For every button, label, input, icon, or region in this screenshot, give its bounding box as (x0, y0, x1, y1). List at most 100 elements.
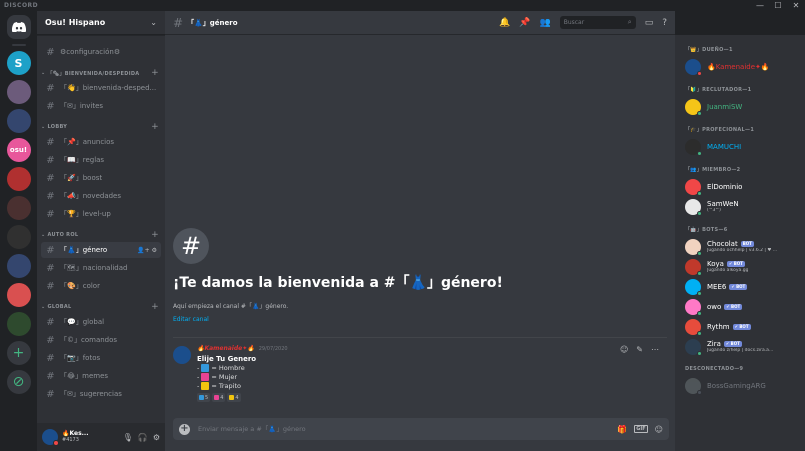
channel-item[interactable]: # 「📣」novedades (41, 188, 161, 204)
member-item[interactable]: Zira ✔ BOT Jugando z/help | docs.zira.a... (675, 337, 805, 357)
member-info: JuanmiSW (707, 103, 742, 111)
avatar[interactable] (173, 346, 191, 364)
avatar[interactable] (685, 99, 702, 116)
message-author[interactable]: 🔥Kamenaide✦🔥 (197, 345, 255, 352)
add-channel-icon[interactable]: + (151, 68, 159, 78)
avatar[interactable] (685, 299, 702, 316)
member-item[interactable]: SamWeN (^3^) (675, 197, 805, 217)
server-icon[interactable] (6, 225, 31, 249)
channel-item[interactable]: # 「🏆」level-up (41, 206, 161, 222)
help-icon[interactable]: ? (662, 18, 667, 28)
message-input[interactable] (198, 425, 618, 433)
server-rail: Sosu! + ⊘ (0, 11, 37, 451)
edit-pencil-icon[interactable]: ✎ (636, 345, 643, 354)
emoji-icon[interactable]: ☺ (655, 425, 663, 434)
channel-configuracion[interactable]: # ⚙configuración⚙ (41, 44, 161, 60)
channel-settings-icon[interactable]: 👤+ ⚙ (137, 247, 157, 254)
server-icon[interactable]: S (6, 51, 31, 75)
reaction-emoji-icon (229, 395, 235, 400)
hash-icon: # (173, 228, 209, 264)
avatar[interactable] (685, 199, 702, 216)
member-item[interactable]: Chocolat BOT Jugando ochhelp | v3.6.2 | ♥ … (675, 237, 805, 257)
channel-item[interactable]: # 「©」comandos (41, 332, 161, 348)
add-channel-icon[interactable]: + (151, 230, 159, 240)
member-item[interactable]: Koya ✔ BOT Jugando alkoya.gg (675, 257, 805, 277)
hash-icon: # (173, 15, 184, 30)
server-icon[interactable] (6, 283, 31, 307)
server-icon[interactable] (6, 254, 31, 278)
close-button[interactable]: ✕ (787, 0, 805, 11)
member-item[interactable]: MEE6 ✔ BOT (675, 277, 805, 297)
member-item[interactable]: MAMUCHI (675, 137, 805, 157)
members-icon[interactable]: 👥 (539, 18, 550, 28)
upload-plus-icon[interactable]: + (179, 423, 190, 435)
add-channel-icon[interactable]: + (151, 122, 159, 132)
gift-icon[interactable]: 🎁 (617, 425, 627, 434)
member-activity: Jugando ochhelp | v3.6.2 | ♥ ... (707, 248, 778, 254)
channel-category[interactable]: ⌄ GLOBAL + (37, 301, 165, 313)
category-label: AUTO ROL (47, 232, 79, 238)
add-server-button[interactable]: + (6, 341, 31, 365)
server-icon[interactable] (6, 80, 31, 104)
channel-item[interactable]: # 「😂」memes (41, 368, 161, 384)
member-item[interactable]: Rythm ✔ BOT (675, 317, 805, 337)
pin-icon[interactable]: 📌 (519, 18, 530, 28)
avatar[interactable] (685, 279, 702, 296)
message[interactable]: 🔥Kamenaide✦🔥 29/07/2020 Elije Tu Genero … (173, 345, 669, 402)
more-options-icon[interactable]: ⋯ (651, 345, 659, 354)
member-item[interactable]: owo ✔ BOT (675, 297, 805, 317)
avatar[interactable] (42, 429, 59, 446)
channel-item[interactable]: # 「📷」fotos (41, 350, 161, 366)
channel-item[interactable]: # 「✉」invites (41, 98, 161, 114)
edit-channel-link[interactable]: Editar canal (173, 316, 503, 323)
avatar[interactable] (685, 59, 702, 76)
channel-category[interactable]: ⌄ 「🗞」BIENVENIDA/DESPEDIDA + (37, 67, 165, 79)
avatar[interactable] (685, 378, 702, 395)
channel-item[interactable]: # 「🗺」nacionalidad (41, 260, 161, 276)
settings-gear-icon[interactable]: ⚙ (153, 433, 160, 442)
channel-category[interactable]: ⌄ LOBBY + (37, 121, 165, 133)
avatar[interactable] (685, 239, 702, 256)
guild-header[interactable]: Osu! Hispano ⌄ (37, 11, 165, 35)
server-icon[interactable] (6, 312, 31, 336)
reaction-button[interactable]: 5 (197, 393, 211, 402)
explore-servers-button[interactable]: ⊘ (6, 370, 31, 394)
channel-item[interactable]: # 「🚀」boost (41, 170, 161, 186)
member-item[interactable]: ElDominio (675, 177, 805, 197)
server-icon[interactable] (6, 196, 31, 220)
member-item[interactable]: BossGamingARG (675, 376, 805, 396)
mute-mic-icon[interactable]: 🎙 (123, 433, 133, 442)
gender-emoji-icon (201, 373, 210, 381)
reaction-button[interactable]: 4 (212, 393, 226, 402)
avatar[interactable] (685, 179, 702, 196)
avatar[interactable] (685, 259, 702, 276)
server-icon[interactable] (6, 109, 31, 133)
channel-item[interactable]: # 「✉」sugerencias (41, 386, 161, 402)
channel-category[interactable]: ⌄ AUTO ROL + (37, 229, 165, 241)
reaction-button[interactable]: 4 (227, 393, 241, 402)
member-item[interactable]: JuanmiSW (675, 97, 805, 117)
minimize-button[interactable]: — (751, 0, 769, 11)
server-icon[interactable] (6, 167, 31, 191)
channel-item[interactable]: # 「📖」reglas (41, 152, 161, 168)
bell-icon[interactable]: 🔔 (499, 18, 510, 28)
maximize-button[interactable]: ☐ (769, 0, 787, 11)
avatar[interactable] (685, 319, 702, 336)
add-reaction-icon[interactable]: ☺ (620, 345, 628, 354)
deafen-headphones-icon[interactable]: 🎧 (138, 433, 148, 442)
channel-item[interactable]: # 「📌」anuncios (41, 134, 161, 150)
channel-item[interactable]: # 「👋」bienvenida-desped... (41, 80, 161, 96)
member-item[interactable]: 🔥Kamenaide✦🔥 (675, 57, 805, 77)
server-icon[interactable]: osu! (6, 138, 31, 162)
home-button[interactable] (6, 15, 31, 39)
channel-item[interactable]: # 「👗」género 👤+ ⚙ (41, 242, 161, 258)
channel-item[interactable]: # 「💬」global (41, 314, 161, 330)
chevron-down-icon: ⌄ (41, 304, 46, 310)
inbox-icon[interactable]: ▭ (645, 18, 654, 28)
avatar[interactable] (685, 339, 702, 356)
add-channel-icon[interactable]: + (151, 302, 159, 312)
search-input[interactable]: Buscar ⌕ (559, 16, 636, 29)
gif-icon[interactable]: GIF (634, 425, 648, 433)
channel-item[interactable]: # 「🎨」color (41, 278, 161, 294)
avatar[interactable] (685, 139, 702, 156)
